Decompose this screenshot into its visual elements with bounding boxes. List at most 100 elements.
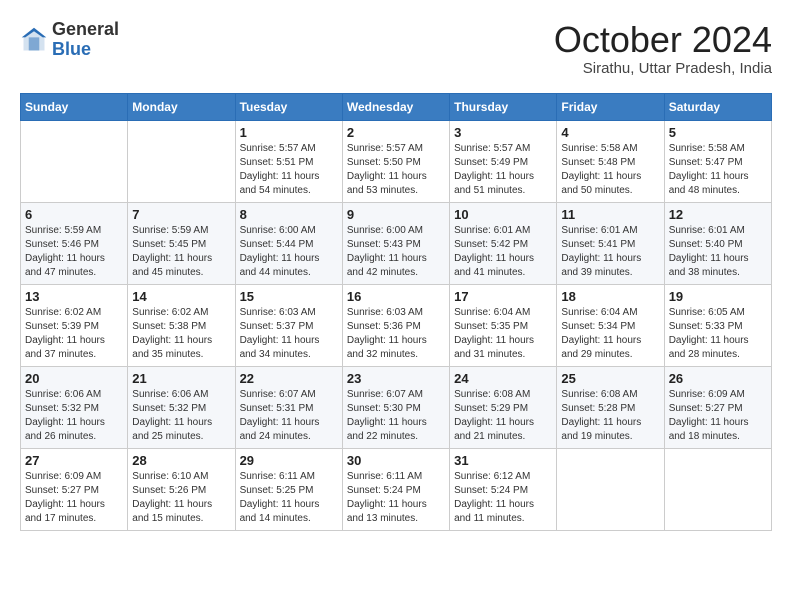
day-info: Sunrise: 5:58 AMSunset: 5:47 PMDaylight:…	[669, 142, 767, 198]
calendar-cell: 18 Sunrise: 6:04 AMSunset: 5:34 PMDayligh…	[557, 284, 664, 366]
day-info: Sunrise: 6:02 AMSunset: 5:39 PMDaylight:…	[25, 306, 123, 362]
day-number: 2	[347, 125, 445, 140]
day-number: 5	[669, 125, 767, 140]
day-number: 11	[561, 207, 659, 222]
calendar-cell	[21, 120, 128, 202]
location-subtitle: Sirathu, Uttar Pradesh, India	[554, 60, 772, 77]
day-number: 27	[25, 453, 123, 468]
day-info: Sunrise: 6:01 AMSunset: 5:42 PMDaylight:…	[454, 224, 552, 280]
calendar-cell: 27 Sunrise: 6:09 AMSunset: 5:27 PMDayligh…	[21, 448, 128, 530]
calendar-cell: 21 Sunrise: 6:06 AMSunset: 5:32 PMDayligh…	[128, 366, 235, 448]
day-info: Sunrise: 6:02 AMSunset: 5:38 PMDaylight:…	[132, 306, 230, 362]
title-block: October 2024 Sirathu, Uttar Pradesh, Ind…	[554, 20, 772, 77]
day-number: 8	[240, 207, 338, 222]
day-number: 7	[132, 207, 230, 222]
day-info: Sunrise: 6:06 AMSunset: 5:32 PMDaylight:…	[132, 388, 230, 444]
day-info: Sunrise: 5:57 AMSunset: 5:51 PMDaylight:…	[240, 142, 338, 198]
logo-text: General Blue	[52, 20, 119, 60]
day-info: Sunrise: 6:00 AMSunset: 5:43 PMDaylight:…	[347, 224, 445, 280]
day-number: 28	[132, 453, 230, 468]
calendar-cell: 5 Sunrise: 5:58 AMSunset: 5:47 PMDaylight…	[664, 120, 771, 202]
day-number: 31	[454, 453, 552, 468]
day-number: 6	[25, 207, 123, 222]
day-info: Sunrise: 6:03 AMSunset: 5:36 PMDaylight:…	[347, 306, 445, 362]
day-info: Sunrise: 5:58 AMSunset: 5:48 PMDaylight:…	[561, 142, 659, 198]
calendar-cell: 8Sunrise: 6:00 AMSunset: 5:44 PMDaylight…	[235, 202, 342, 284]
day-number: 30	[347, 453, 445, 468]
calendar-week-3: 13 Sunrise: 6:02 AMSunset: 5:39 PMDayligh…	[21, 284, 772, 366]
calendar-cell: 16 Sunrise: 6:03 AMSunset: 5:36 PMDayligh…	[342, 284, 449, 366]
day-number: 20	[25, 371, 123, 386]
day-info: Sunrise: 6:12 AMSunset: 5:24 PMDaylight:…	[454, 470, 552, 526]
day-number: 4	[561, 125, 659, 140]
day-number: 10	[454, 207, 552, 222]
calendar-cell: 4 Sunrise: 5:58 AMSunset: 5:48 PMDaylight…	[557, 120, 664, 202]
day-info: Sunrise: 6:11 AMSunset: 5:25 PMDaylight:…	[240, 470, 338, 526]
weekday-header-monday: Monday	[128, 93, 235, 120]
calendar-cell	[664, 448, 771, 530]
calendar-cell: 28 Sunrise: 6:10 AMSunset: 5:26 PMDayligh…	[128, 448, 235, 530]
day-info: Sunrise: 6:07 AMSunset: 5:31 PMDaylight:…	[240, 388, 338, 444]
day-info: Sunrise: 6:11 AMSunset: 5:24 PMDaylight:…	[347, 470, 445, 526]
day-number: 23	[347, 371, 445, 386]
calendar-cell: 14 Sunrise: 6:02 AMSunset: 5:38 PMDayligh…	[128, 284, 235, 366]
weekday-header-tuesday: Tuesday	[235, 93, 342, 120]
calendar-cell: 15Sunrise: 6:03 AMSunset: 5:37 PMDayligh…	[235, 284, 342, 366]
weekday-header-saturday: Saturday	[664, 93, 771, 120]
day-info: Sunrise: 6:07 AMSunset: 5:30 PMDaylight:…	[347, 388, 445, 444]
day-info: Sunrise: 6:09 AMSunset: 5:27 PMDaylight:…	[669, 388, 767, 444]
day-info: Sunrise: 6:05 AMSunset: 5:33 PMDaylight:…	[669, 306, 767, 362]
calendar-cell: 19 Sunrise: 6:05 AMSunset: 5:33 PMDayligh…	[664, 284, 771, 366]
calendar-cell: 29 Sunrise: 6:11 AMSunset: 5:25 PMDayligh…	[235, 448, 342, 530]
weekday-header-wednesday: Wednesday	[342, 93, 449, 120]
page-header: General Blue October 2024 Sirathu, Uttar…	[20, 20, 772, 77]
calendar-cell: 12 Sunrise: 6:01 AMSunset: 5:40 PMDayligh…	[664, 202, 771, 284]
calendar-table: SundayMondayTuesdayWednesdayThursdayFrid…	[20, 93, 772, 531]
logo-general: General	[52, 19, 119, 39]
day-info: Sunrise: 6:04 AMSunset: 5:35 PMDaylight:…	[454, 306, 552, 362]
day-number: 13	[25, 289, 123, 304]
day-info: Sunrise: 6:10 AMSunset: 5:26 PMDaylight:…	[132, 470, 230, 526]
day-number: 21	[132, 371, 230, 386]
calendar-cell: 7Sunrise: 5:59 AMSunset: 5:45 PMDaylight…	[128, 202, 235, 284]
calendar-week-2: 6 Sunrise: 5:59 AMSunset: 5:46 PMDaylight…	[21, 202, 772, 284]
day-number: 17	[454, 289, 552, 304]
calendar-cell	[128, 120, 235, 202]
calendar-week-1: 1 Sunrise: 5:57 AMSunset: 5:51 PMDaylight…	[21, 120, 772, 202]
day-number: 3	[454, 125, 552, 140]
day-number: 18	[561, 289, 659, 304]
calendar-cell: 20 Sunrise: 6:06 AMSunset: 5:32 PMDayligh…	[21, 366, 128, 448]
calendar-cell: 17 Sunrise: 6:04 AMSunset: 5:35 PMDayligh…	[450, 284, 557, 366]
weekday-header-sunday: Sunday	[21, 93, 128, 120]
logo: General Blue	[20, 20, 119, 60]
day-number: 19	[669, 289, 767, 304]
calendar-week-5: 27 Sunrise: 6:09 AMSunset: 5:27 PMDayligh…	[21, 448, 772, 530]
day-number: 1	[240, 125, 338, 140]
day-info: Sunrise: 6:04 AMSunset: 5:34 PMDaylight:…	[561, 306, 659, 362]
calendar-cell: 23 Sunrise: 6:07 AMSunset: 5:30 PMDayligh…	[342, 366, 449, 448]
day-info: Sunrise: 5:59 AMSunset: 5:46 PMDaylight:…	[25, 224, 123, 280]
day-info: Sunrise: 6:08 AMSunset: 5:29 PMDaylight:…	[454, 388, 552, 444]
weekday-header-row: SundayMondayTuesdayWednesdayThursdayFrid…	[21, 93, 772, 120]
day-info: Sunrise: 6:09 AMSunset: 5:27 PMDaylight:…	[25, 470, 123, 526]
calendar-cell: 30 Sunrise: 6:11 AMSunset: 5:24 PMDayligh…	[342, 448, 449, 530]
calendar-cell: 22Sunrise: 6:07 AMSunset: 5:31 PMDayligh…	[235, 366, 342, 448]
day-number: 16	[347, 289, 445, 304]
day-info: Sunrise: 6:08 AMSunset: 5:28 PMDaylight:…	[561, 388, 659, 444]
calendar-body: 1 Sunrise: 5:57 AMSunset: 5:51 PMDaylight…	[21, 120, 772, 530]
logo-blue: Blue	[52, 39, 91, 59]
day-info: Sunrise: 5:57 AMSunset: 5:49 PMDaylight:…	[454, 142, 552, 198]
day-number: 29	[240, 453, 338, 468]
calendar-cell: 10 Sunrise: 6:01 AMSunset: 5:42 PMDayligh…	[450, 202, 557, 284]
calendar-cell: 2Sunrise: 5:57 AMSunset: 5:50 PMDaylight…	[342, 120, 449, 202]
day-info: Sunrise: 6:01 AMSunset: 5:40 PMDaylight:…	[669, 224, 767, 280]
calendar-cell: 31 Sunrise: 6:12 AMSunset: 5:24 PMDayligh…	[450, 448, 557, 530]
day-info: Sunrise: 6:03 AMSunset: 5:37 PMDaylight:…	[240, 306, 338, 362]
day-number: 14	[132, 289, 230, 304]
day-info: Sunrise: 6:06 AMSunset: 5:32 PMDaylight:…	[25, 388, 123, 444]
weekday-header-friday: Friday	[557, 93, 664, 120]
day-number: 12	[669, 207, 767, 222]
calendar-cell: 11Sunrise: 6:01 AMSunset: 5:41 PMDayligh…	[557, 202, 664, 284]
calendar-cell: 13 Sunrise: 6:02 AMSunset: 5:39 PMDayligh…	[21, 284, 128, 366]
weekday-header-thursday: Thursday	[450, 93, 557, 120]
